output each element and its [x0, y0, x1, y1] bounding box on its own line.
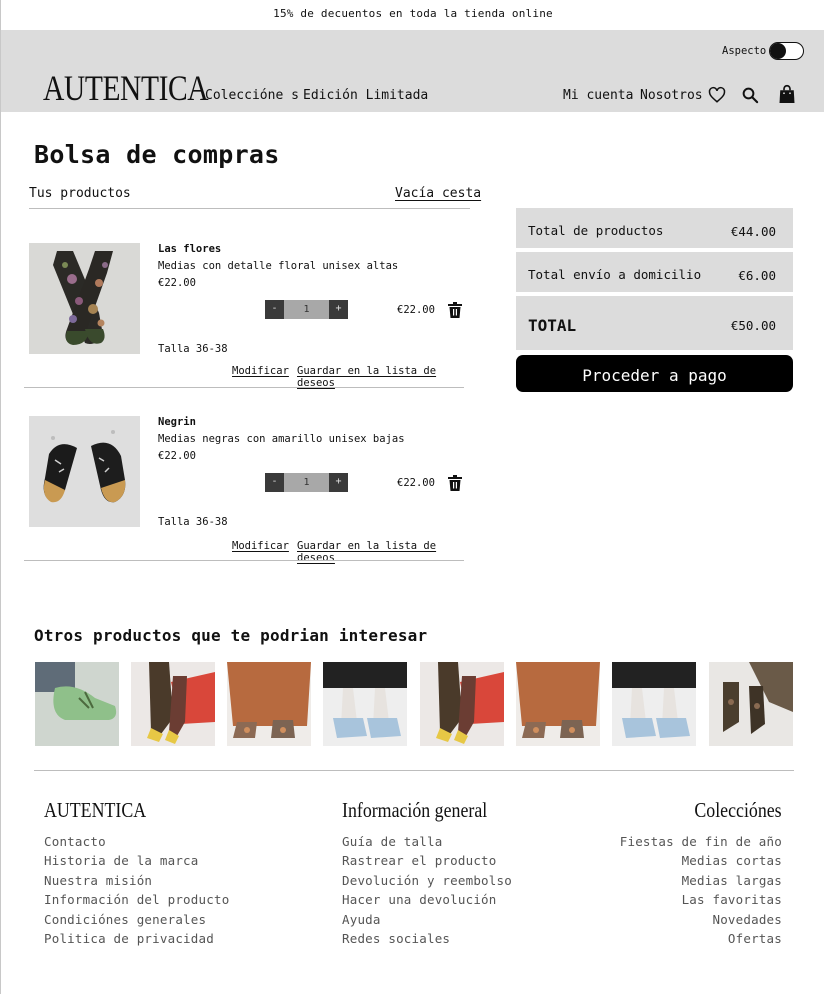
- recommended-product[interactable]: [420, 662, 504, 746]
- quantity-field[interactable]: 1: [284, 473, 329, 492]
- footer-link-info-producto[interactable]: Información del producto: [44, 892, 229, 907]
- summary-total-label: TOTAL: [528, 316, 577, 335]
- recommended-product[interactable]: [323, 662, 407, 746]
- product-image-las-flores[interactable]: [29, 243, 140, 354]
- increase-qty-button[interactable]: +: [329, 300, 348, 319]
- theme-toggle[interactable]: [769, 42, 804, 60]
- summary-total-row: TOTAL €50.00: [516, 296, 793, 350]
- line-total: €22.00: [397, 304, 435, 316]
- footer-collections-title: Colecciónes: [694, 798, 782, 822]
- footer-link-fiestas[interactable]: Fiestas de fin de año: [620, 834, 782, 849]
- summary-products-row: Total de productos €44.00: [516, 208, 793, 248]
- quantity-stepper: - 1 +: [265, 300, 348, 319]
- product-image-negrin[interactable]: [29, 416, 140, 527]
- product-description: Medias negras con amarillo unisex bajas: [158, 433, 405, 445]
- summary-shipping-value: €6.00: [738, 268, 776, 283]
- divider: [24, 560, 464, 561]
- footer-link-hacer-devolucion[interactable]: Hacer una devolución: [342, 892, 497, 907]
- trash-icon[interactable]: [448, 302, 462, 318]
- cart-item: Negrin Medias negras con amarillo unisex…: [24, 416, 464, 566]
- recommended-product[interactable]: [227, 662, 311, 746]
- logo[interactable]: AUTENTICA: [43, 66, 209, 110]
- recommended-product[interactable]: [612, 662, 696, 746]
- divider: [24, 387, 464, 388]
- footer-link-rastrear[interactable]: Rastrear el producto: [342, 853, 497, 868]
- increase-qty-button[interactable]: +: [329, 473, 348, 492]
- theme-toggle-label: Aspecto: [722, 45, 767, 57]
- line-total: €22.00: [397, 477, 435, 489]
- footer-link-condiciones[interactable]: Condiciónes generales: [44, 912, 206, 927]
- product-size: Talla 36-38: [158, 516, 228, 528]
- footer-link-novedades[interactable]: Novedades: [712, 912, 782, 927]
- cart-item: Las flores Medias con detalle floral uni…: [24, 243, 464, 393]
- product-name: Las flores: [158, 243, 222, 255]
- divider: [29, 208, 470, 209]
- product-price: €22.00: [158, 277, 196, 289]
- summary-total-value: €50.00: [730, 318, 776, 333]
- summary-products-label: Total de productos: [528, 223, 664, 238]
- product-price: €22.00: [158, 450, 196, 462]
- checkout-button[interactable]: Proceder a pago: [516, 355, 793, 392]
- summary-products-value: €44.00: [730, 224, 776, 239]
- nav-nosotros[interactable]: Nosotros: [640, 88, 703, 103]
- search-icon[interactable]: [741, 86, 759, 104]
- footer-link-medias-cortas[interactable]: Medias cortas: [682, 853, 782, 868]
- save-to-wishlist-link[interactable]: Guardar en la lista de deseos: [297, 365, 464, 389]
- footer-link-mision[interactable]: Nuestra misión: [44, 873, 152, 888]
- site-header: Aspecto AUTENTICA Coleccióne s Edición L…: [1, 30, 824, 112]
- heart-icon[interactable]: [708, 86, 726, 104]
- nav-mi-cuenta[interactable]: Mi cuenta: [563, 88, 633, 103]
- modify-link[interactable]: Modificar: [232, 540, 289, 552]
- footer-brand-title: AUTENTICA: [44, 798, 147, 822]
- decrease-qty-button[interactable]: -: [265, 300, 284, 319]
- recommended-product[interactable]: [35, 662, 119, 746]
- recommended-product[interactable]: [709, 662, 793, 746]
- footer-link-historia[interactable]: Historia de la marca: [44, 853, 199, 868]
- divider: [34, 770, 794, 771]
- recommended-product[interactable]: [516, 662, 600, 746]
- footer-link-devolucion-reembolso[interactable]: Devolución y reembolso: [342, 873, 512, 888]
- toggle-knob: [770, 42, 786, 59]
- products-subtitle: Tus productos: [29, 186, 131, 201]
- quantity-field[interactable]: 1: [284, 300, 329, 319]
- summary-shipping-row: Total envío a domicilio €6.00: [516, 252, 793, 292]
- footer-link-guia-talla[interactable]: Guía de talla: [342, 834, 442, 849]
- trash-icon[interactable]: [448, 475, 462, 491]
- promo-banner: 15% de decuentos en toda la tienda onlin…: [273, 7, 553, 20]
- product-description: Medias con detalle floral unisex altas: [158, 260, 399, 272]
- recommended-product[interactable]: [131, 662, 215, 746]
- nav-edicion-limitada[interactable]: Edición Limitada: [303, 88, 428, 103]
- page-title: Bolsa de compras: [34, 140, 280, 169]
- product-name: Negrin: [158, 416, 196, 428]
- decrease-qty-button[interactable]: -: [265, 473, 284, 492]
- quantity-stepper: - 1 +: [265, 473, 348, 492]
- shopping-bag-icon[interactable]: [778, 84, 796, 104]
- footer-link-redes[interactable]: Redes sociales: [342, 931, 450, 946]
- footer-info-title: Información general: [342, 798, 488, 822]
- empty-cart-link[interactable]: Vacía cesta: [395, 186, 481, 201]
- footer-link-favoritas[interactable]: Las favoritas: [682, 892, 782, 907]
- footer-link-medias-largas[interactable]: Medias largas: [682, 873, 782, 888]
- footer-link-ayuda[interactable]: Ayuda: [342, 912, 381, 927]
- footer-link-ofertas[interactable]: Ofertas: [728, 931, 782, 946]
- recommendations-title: Otros productos que te podrian interesar: [34, 626, 428, 645]
- footer-link-contacto[interactable]: Contacto: [44, 834, 106, 849]
- footer-link-privacidad[interactable]: Politica de privacidad: [44, 931, 214, 946]
- nav-colecciones[interactable]: Coleccióne s: [205, 88, 299, 103]
- summary-shipping-label: Total envío a domicilio: [528, 267, 702, 282]
- modify-link[interactable]: Modificar: [232, 365, 289, 377]
- product-size: Talla 36-38: [158, 343, 228, 355]
